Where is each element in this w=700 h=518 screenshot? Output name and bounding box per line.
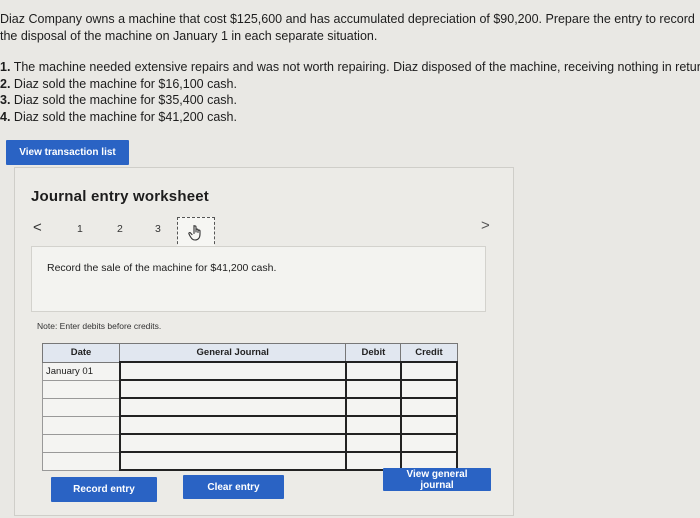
hand-pointer-icon — [188, 224, 201, 241]
debit-header: Debit — [345, 343, 402, 363]
credit-field[interactable] — [399, 397, 459, 417]
step-2-tab[interactable]: 2 — [117, 223, 123, 235]
account-field[interactable] — [118, 379, 347, 399]
account-field[interactable] — [118, 451, 347, 471]
table-row — [41, 415, 459, 435]
debit-field[interactable] — [344, 433, 402, 453]
credit-field[interactable] — [399, 361, 459, 381]
account-field[interactable] — [118, 397, 347, 417]
step-3-tab[interactable]: 3 — [155, 223, 161, 235]
account-field[interactable] — [118, 415, 347, 435]
date-cell[interactable] — [41, 433, 121, 453]
prev-step-icon[interactable]: < — [33, 219, 42, 236]
date-header: Date — [41, 343, 121, 363]
journal-table: Date General Journal Debit Credit Januar… — [41, 343, 459, 471]
clear-entry-button[interactable]: Clear entry — [183, 475, 284, 499]
table-row — [41, 379, 459, 399]
debit-credit-note: Note: Enter debits before credits. — [37, 321, 162, 331]
date-cell[interactable] — [41, 397, 121, 417]
credit-header: Credit — [400, 343, 458, 363]
account-field[interactable] — [118, 361, 347, 381]
table-row — [41, 433, 459, 453]
instruction-text: Record the sale of the machine for $41,2… — [47, 262, 277, 274]
debit-field[interactable] — [344, 379, 402, 399]
date-cell[interactable] — [41, 415, 121, 435]
situation-item: 3. Diaz sold the machine for $35,400 cas… — [0, 93, 237, 107]
credit-field[interactable] — [399, 379, 459, 399]
table-row — [41, 397, 459, 417]
credit-field[interactable] — [399, 415, 459, 435]
record-entry-button[interactable]: Record entry — [51, 477, 157, 502]
date-cell[interactable] — [41, 451, 121, 471]
next-step-icon[interactable]: > — [481, 217, 490, 234]
debit-field[interactable] — [344, 361, 402, 381]
table-row: January 01 — [41, 361, 459, 381]
debit-field[interactable] — [344, 397, 402, 417]
step-4-tab[interactable] — [177, 217, 215, 249]
situation-item: 4. Diaz sold the machine for $41,200 cas… — [0, 109, 237, 124]
instruction-box: Record the sale of the machine for $41,2… — [31, 246, 486, 312]
situation-item: 1. The machine needed extensive repairs … — [0, 60, 700, 74]
problem-statement: Diaz Company owns a machine that cost $1… — [0, 11, 700, 125]
date-cell[interactable]: January 01 — [41, 361, 121, 381]
journal-entry-worksheet: Journal entry worksheet < 1 2 3 > Record… — [14, 167, 514, 516]
problem-intro: Diaz Company owns a machine that cost $1… — [0, 12, 695, 43]
situation-item: 2. Diaz sold the machine for $16,100 cas… — [0, 76, 237, 91]
date-cell[interactable] — [41, 379, 121, 399]
debit-field[interactable] — [344, 415, 402, 435]
step-1-tab[interactable]: 1 — [77, 223, 83, 235]
account-field[interactable] — [118, 433, 347, 453]
situation-list: 1. The machine needed extensive repairs … — [0, 59, 700, 125]
view-general-journal-button[interactable]: View general journal — [383, 468, 491, 491]
view-transaction-list-button[interactable]: View transaction list — [6, 140, 129, 165]
credit-field[interactable] — [399, 433, 459, 453]
general-journal-header: General Journal — [119, 343, 347, 363]
worksheet-title: Journal entry worksheet — [31, 188, 209, 205]
